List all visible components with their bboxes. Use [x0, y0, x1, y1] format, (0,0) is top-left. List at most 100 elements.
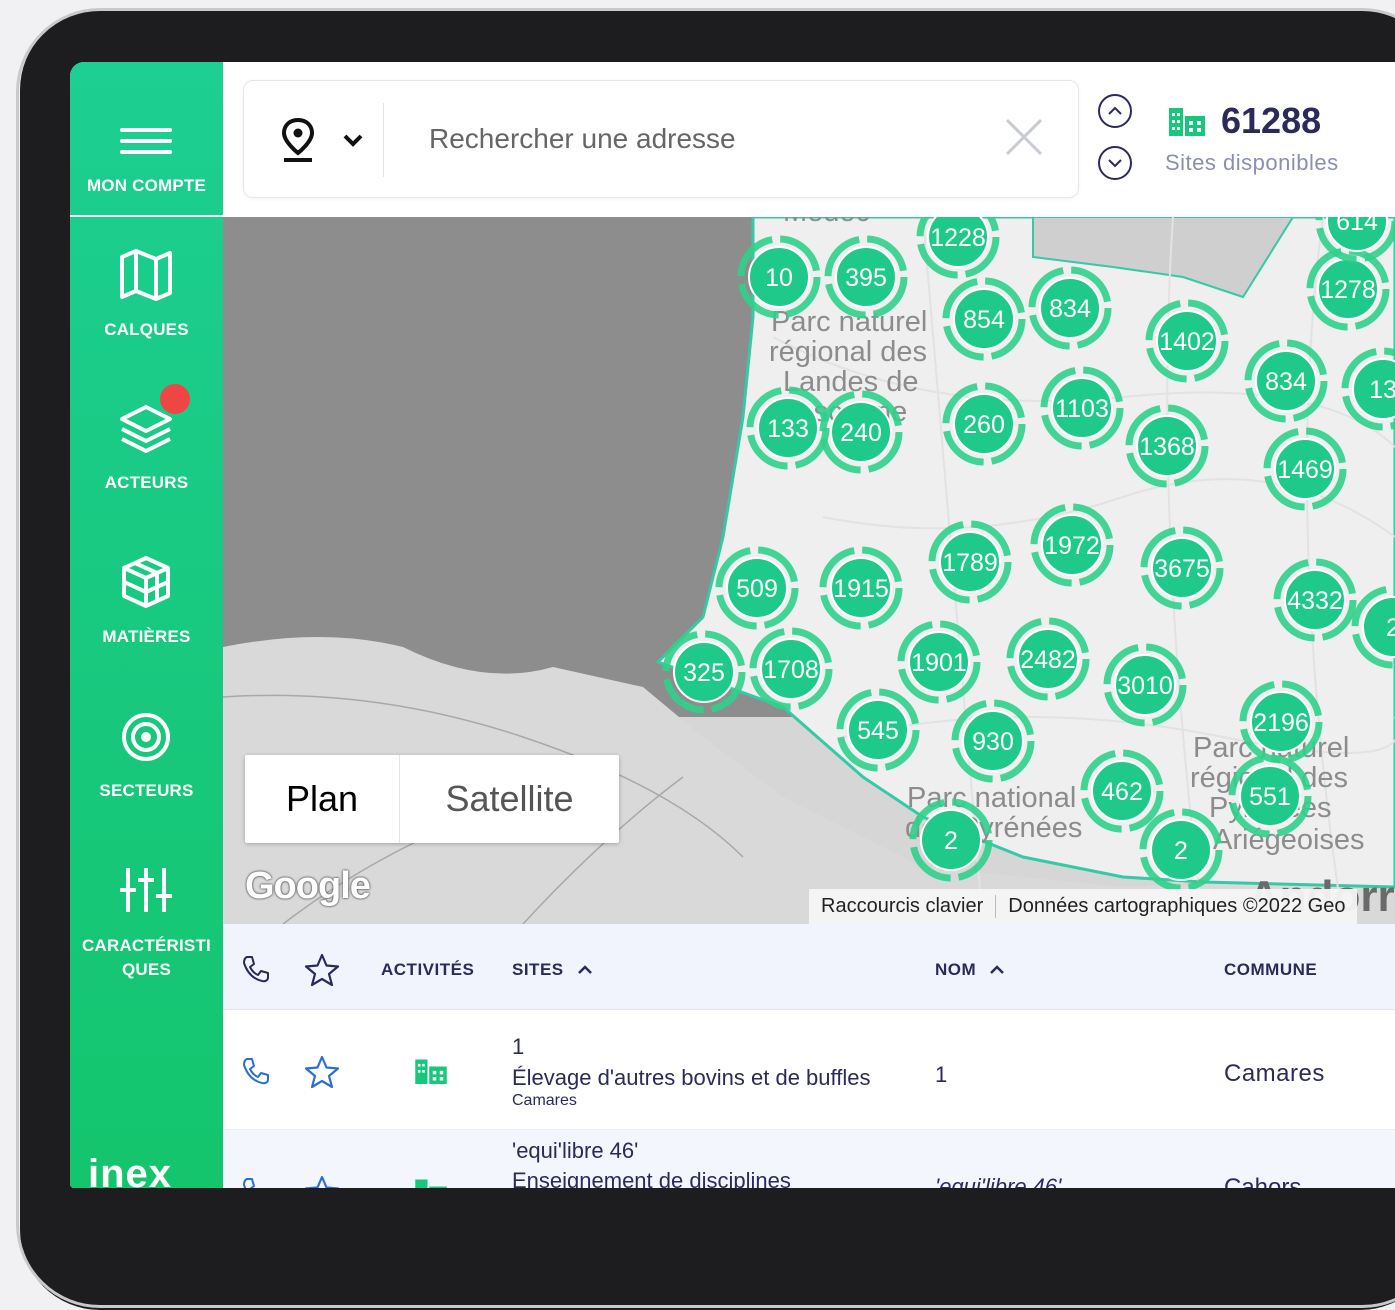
cluster-count: 551 [1249, 783, 1291, 811]
cluster-count: 1972 [1044, 532, 1100, 560]
cluster-count: 834 [1049, 295, 1091, 323]
map-label: Médoc [783, 217, 870, 228]
cluster-marker[interactable]: 10 [737, 235, 821, 319]
cluster-marker[interactable]: 240 [819, 390, 903, 474]
cluster-marker[interactable]: 1915 [819, 546, 903, 630]
nom-value: 'equi'libre 46' [935, 1174, 1062, 1188]
cluster-marker[interactable]: 1402 [1145, 299, 1229, 383]
star-icon[interactable] [304, 1055, 340, 1089]
map-type-satellite-button[interactable]: Satellite [400, 755, 619, 843]
map-icon [120, 249, 172, 301]
cluster-marker[interactable]: 3675 [1140, 526, 1224, 610]
map-data-attribution[interactable]: Données cartographiques ©2022 Geo [995, 895, 1357, 918]
cluster-marker[interactable]: 1368 [1125, 404, 1209, 488]
sidebar-item-label: MATIÈRES [102, 627, 191, 646]
cluster-marker[interactable]: 834 [1244, 339, 1328, 423]
cluster-count: 1368 [1139, 433, 1195, 461]
column-header-commune[interactable]: COMMUNE [1224, 960, 1317, 980]
sidebar-item-label: CARACTÉRISTI QUES [82, 936, 211, 979]
cluster-marker[interactable]: 3010 [1103, 643, 1187, 727]
search-bar: Rechercher une adresse [243, 80, 1079, 198]
cluster-count: 1228 [930, 224, 986, 252]
column-header-activites[interactable]: ACTIVITÉS [381, 960, 474, 980]
scroll-arrows [1098, 94, 1132, 180]
cluster-marker[interactable]: 930 [951, 699, 1035, 783]
column-header-nom-label: NOM [935, 960, 977, 979]
sidebar-item-label: ACTEURS [104, 473, 189, 492]
map-type-toggle: Plan Satellite [245, 755, 619, 843]
cluster-marker[interactable]: 260 [942, 382, 1026, 466]
cluster-marker[interactable]: 834 [1028, 266, 1112, 350]
cluster-marker[interactable]: 1103 [1040, 366, 1124, 450]
star-icon[interactable] [304, 953, 340, 987]
cluster-count: 2482 [1020, 646, 1076, 674]
site-name: 1 [512, 1034, 525, 1059]
cluster-marker[interactable]: 2196 [1239, 680, 1323, 764]
search-input[interactable]: Rechercher une adresse [429, 123, 736, 155]
table-row[interactable]: 'equi'libre 46' Enseignement de discipli… [223, 1130, 1395, 1188]
cluster-marker[interactable]: 13 [1341, 347, 1395, 431]
star-icon[interactable] [304, 1175, 340, 1188]
cluster-count: 2 [1174, 837, 1188, 865]
cluster-marker[interactable]: 4332 [1273, 558, 1357, 642]
building-icon [415, 1059, 447, 1084]
cluster-count: 2196 [1253, 709, 1309, 737]
cluster-marker[interactable]: 1972 [1030, 503, 1114, 587]
map[interactable]: Médoc Parc naturel régional des Landes d… [223, 217, 1395, 924]
sort-asc-icon [577, 965, 592, 974]
close-icon[interactable] [1004, 117, 1044, 157]
cluster-marker[interactable]: 854 [942, 277, 1026, 361]
cluster-marker[interactable]: 1469 [1263, 427, 1347, 511]
cluster-marker[interactable]: 462 [1080, 749, 1164, 833]
cluster-marker[interactable]: 545 [836, 688, 920, 772]
cluster-marker[interactable]: 1789 [928, 520, 1012, 604]
sites-table: ACTIVITÉS SITES NOM COMMUNE 1 Élevage d'… [223, 924, 1395, 1188]
notification-badge [160, 384, 190, 414]
google-logo: Google [245, 865, 371, 907]
cluster-count: 13 [1369, 376, 1395, 404]
phone-icon[interactable] [241, 954, 271, 984]
phone-icon[interactable] [241, 1176, 271, 1188]
cluster-marker[interactable]: 2482 [1006, 617, 1090, 701]
cluster-count: 325 [683, 659, 725, 687]
commune-value: Cahors [1224, 1174, 1302, 1188]
cluster-marker[interactable]: 1708 [749, 627, 833, 711]
sidebar-item-label: SECTEURS [99, 781, 194, 800]
phone-icon[interactable] [241, 1056, 271, 1086]
cluster-marker[interactable]: 2 [1139, 808, 1223, 892]
building-icon [415, 1179, 447, 1188]
scroll-up-icon[interactable] [1098, 94, 1132, 128]
site-activity: Élevage d'autres bovins et de buffles [512, 1065, 871, 1090]
cluster-marker[interactable]: 1278 [1306, 247, 1390, 331]
column-header-sites-label: SITES [512, 960, 564, 979]
map-label: régional des [769, 336, 927, 368]
column-header-sites[interactable]: SITES [512, 960, 593, 980]
cluster-count: 834 [1265, 368, 1307, 396]
cluster-marker[interactable]: 1901 [897, 620, 981, 704]
cluster-marker[interactable]: 133 [746, 386, 830, 470]
cluster-marker[interactable]: 509 [715, 546, 799, 630]
cube-icon [122, 556, 170, 608]
cluster-marker[interactable]: 551 [1228, 754, 1312, 838]
app-screen: MON COMPTE CALQUES ACTEURS MATIÈRES SECT… [70, 62, 1395, 1188]
site-commune: Camares [512, 1092, 577, 1109]
cluster-count: 1901 [911, 649, 967, 677]
keyboard-shortcuts-link[interactable]: Raccourcis clavier [809, 895, 995, 918]
sites-count: 61288 [1221, 100, 1322, 141]
cluster-count: 2 [944, 827, 958, 855]
cluster-marker[interactable]: 325 [662, 630, 746, 714]
cluster-marker[interactable]: 395 [824, 235, 908, 319]
cluster-marker[interactable]: 1228 [916, 217, 1000, 279]
column-header-nom[interactable]: NOM [935, 960, 1005, 980]
cluster-count: 2 [1386, 614, 1395, 642]
cluster-marker[interactable]: 2 [909, 798, 993, 882]
account-menu-button[interactable]: MON COMPTE [70, 62, 223, 217]
cluster-count: 1469 [1277, 456, 1333, 484]
map-type-plan-button[interactable]: Plan [245, 755, 400, 843]
location-type-dropdown[interactable] [264, 103, 384, 177]
cluster-count: 1103 [1055, 395, 1109, 423]
location-pin-icon [281, 117, 315, 162]
table-row[interactable]: 1 Élevage d'autres bovins et de buffles … [223, 1010, 1395, 1130]
scroll-down-icon[interactable] [1098, 146, 1132, 180]
cluster-count: 3675 [1154, 555, 1210, 583]
